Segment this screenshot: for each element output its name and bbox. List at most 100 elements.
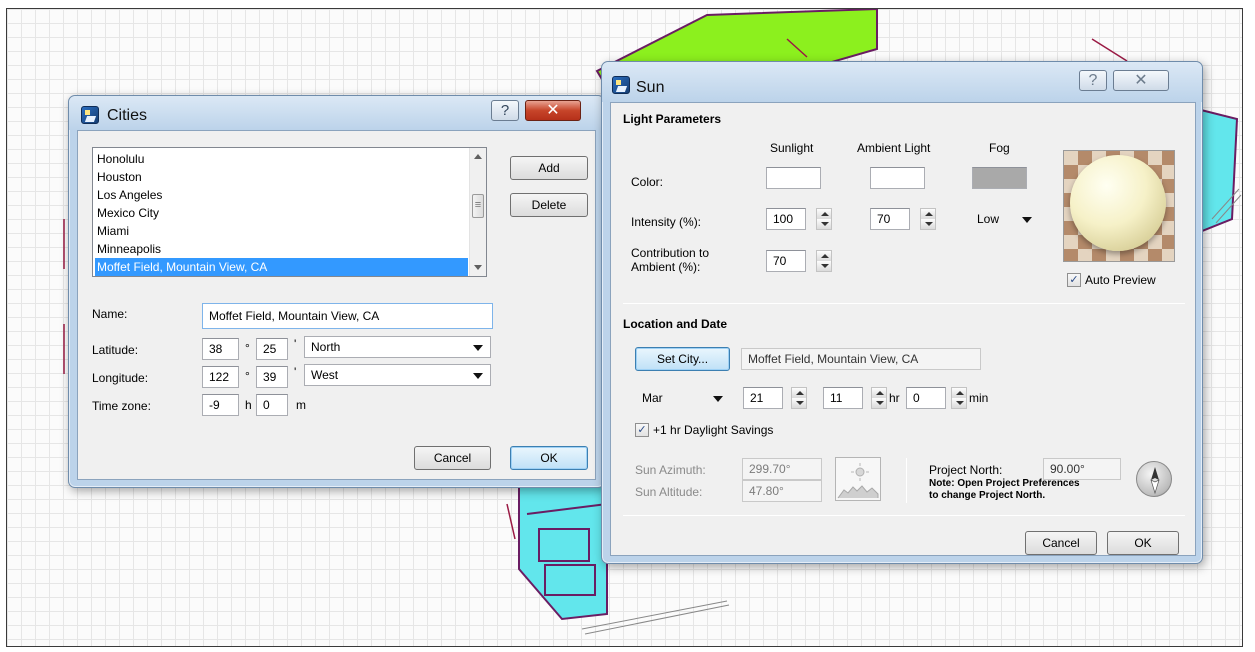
ambient-intensity-stepper[interactable]: [920, 208, 936, 230]
divider: [623, 515, 1185, 516]
close-icon[interactable]: ✕: [525, 100, 581, 121]
sun-titlebar[interactable]: Sun ? ✕: [602, 62, 1202, 102]
daylight-savings-checkbox[interactable]: ✓: [635, 423, 649, 437]
longitude-minutes-field[interactable]: 39: [256, 366, 288, 388]
preview-sphere: [1070, 155, 1166, 251]
cities-dialog: Cities ? ✕ Honolulu Houston Los Angeles …: [68, 95, 605, 488]
minute-unit: min: [969, 391, 989, 405]
help-icon[interactable]: ?: [1079, 70, 1107, 91]
minute-symbol: ': [294, 365, 297, 379]
cities-title: Cities: [107, 107, 148, 124]
sun-dialog: Sun ? ✕ Light Parameters Sunlight Ambien…: [601, 61, 1203, 564]
minutes-unit: m: [296, 398, 306, 412]
scroll-up-icon[interactable]: [474, 154, 482, 159]
city-list[interactable]: Honolulu Houston Los Angeles Mexico City…: [92, 147, 487, 277]
ambient-color-swatch[interactable]: [870, 167, 925, 189]
ok-button[interactable]: OK: [510, 446, 588, 470]
note-line-2: to change Project North.: [929, 490, 1046, 501]
ambient-intensity-field[interactable]: 70: [870, 208, 910, 230]
sun-position-icon[interactable]: [835, 457, 881, 501]
day-field[interactable]: 21: [743, 387, 783, 409]
fog-level-select[interactable]: Low: [970, 208, 1040, 230]
fog-level-value: Low: [977, 212, 1000, 226]
hour-stepper[interactable]: [871, 387, 887, 409]
degree-symbol: °: [245, 341, 250, 355]
ok-button[interactable]: OK: [1107, 531, 1179, 555]
timezone-minutes-field[interactable]: 0: [256, 394, 288, 416]
longitude-degrees-field[interactable]: 122: [202, 366, 239, 388]
help-icon[interactable]: ?: [491, 100, 519, 121]
fog-color-swatch[interactable]: [972, 167, 1027, 189]
list-item[interactable]: Mexico City: [95, 204, 468, 222]
delete-button[interactable]: Delete: [510, 193, 588, 217]
auto-preview-checkbox[interactable]: ✓: [1067, 273, 1081, 287]
list-item[interactable]: Honolulu: [95, 150, 468, 168]
scroll-thumb[interactable]: [472, 194, 484, 218]
hours-unit: h: [245, 398, 252, 412]
sun-azimuth-field: 299.70°: [742, 458, 822, 480]
chevron-down-icon: [473, 373, 483, 379]
sunlight-intensity-stepper[interactable]: [816, 208, 832, 230]
cities-client: Honolulu Houston Los Angeles Mexico City…: [77, 130, 596, 480]
sun-client: Light Parameters Sunlight Ambient Light …: [610, 102, 1196, 556]
sunlight-color-swatch[interactable]: [766, 167, 821, 189]
location-date-header: Location and Date: [623, 317, 728, 331]
color-label: Color:: [631, 175, 664, 189]
day-stepper[interactable]: [791, 387, 807, 409]
list-item[interactable]: Minneapolis: [95, 240, 468, 258]
note-line-1: Note: Open Project Preferences: [929, 478, 1080, 489]
sunlight-intensity-field[interactable]: 100: [766, 208, 806, 230]
list-item[interactable]: Los Angeles: [95, 186, 468, 204]
minute-field[interactable]: 0: [906, 387, 946, 409]
timezone-hours-field[interactable]: -9: [202, 394, 239, 416]
contribution-stepper[interactable]: [816, 250, 832, 272]
longitude-direction-value: West: [311, 368, 339, 382]
project-north-field: 90.00°: [1043, 458, 1121, 480]
compass-icon[interactable]: [1136, 461, 1172, 497]
contribution-field[interactable]: 70: [766, 250, 806, 272]
name-field[interactable]: Moffet Field, Mountain View, CA: [202, 303, 493, 329]
chevron-down-icon: [473, 345, 483, 351]
daylight-savings-label: +1 hr Daylight Savings: [653, 423, 774, 437]
hour-field[interactable]: 11: [823, 387, 863, 409]
latitude-degrees-field[interactable]: 38: [202, 338, 239, 360]
sun-preview-image: [1063, 150, 1175, 262]
list-item[interactable]: Miami: [95, 222, 468, 240]
scroll-down-icon[interactable]: [474, 265, 482, 270]
canvas-background: Cities ? ✕ Honolulu Houston Los Angeles …: [6, 8, 1243, 647]
cancel-button[interactable]: Cancel: [1025, 531, 1097, 555]
fog-column-header: Fog: [989, 141, 1010, 155]
hour-unit: hr: [889, 391, 900, 405]
sun-altitude-label: Sun Altitude:: [635, 485, 703, 499]
chevron-down-icon: [713, 396, 723, 402]
minute-stepper[interactable]: [951, 387, 967, 409]
latitude-direction-value: North: [311, 340, 341, 354]
city-field: Moffet Field, Mountain View, CA: [741, 348, 981, 370]
cancel-button[interactable]: Cancel: [414, 446, 491, 470]
minute-symbol: ': [294, 337, 297, 351]
set-city-button[interactable]: Set City...: [635, 347, 730, 371]
latitude-label: Latitude:: [92, 343, 139, 357]
sun-title: Sun: [636, 79, 665, 96]
list-item-selected[interactable]: Moffet Field, Mountain View, CA: [95, 258, 468, 276]
longitude-direction-select[interactable]: West: [304, 364, 491, 386]
app-icon: [81, 106, 99, 124]
app-icon: [612, 76, 630, 94]
cities-titlebar[interactable]: Cities ? ✕: [69, 96, 604, 130]
intensity-label: Intensity (%):: [631, 215, 702, 229]
close-icon[interactable]: ✕: [1113, 70, 1169, 91]
divider: [623, 303, 1185, 304]
light-parameters-header: Light Parameters: [623, 112, 722, 126]
month-value: Mar: [642, 391, 663, 405]
add-button[interactable]: Add: [510, 156, 588, 180]
list-item[interactable]: Houston: [95, 168, 468, 186]
sunlight-column-header: Sunlight: [770, 141, 814, 155]
sun-altitude-field: 47.80°: [742, 480, 822, 502]
month-select[interactable]: Mar: [635, 387, 731, 409]
degree-symbol: °: [245, 369, 250, 383]
floor-plan-cyan-lower: [518, 467, 608, 621]
chevron-down-icon: [1022, 217, 1032, 223]
latitude-direction-select[interactable]: North: [304, 336, 491, 358]
list-scrollbar[interactable]: [469, 148, 486, 276]
latitude-minutes-field[interactable]: 25: [256, 338, 288, 360]
